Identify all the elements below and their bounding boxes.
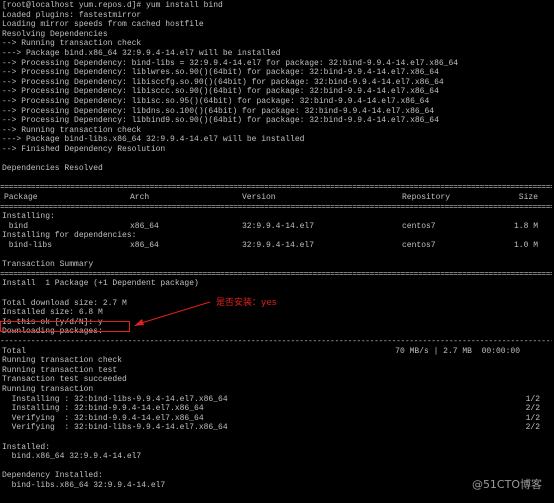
column-size: 1.8 M	[513, 221, 538, 231]
terminal-line: --> Processing Dependency: libisccc.so.9…	[2, 87, 439, 97]
row-value: 2/2	[525, 404, 540, 414]
column-repository: centos7	[402, 241, 436, 250]
terminal-line: --> Processing Dependency: libisccfg.so.…	[2, 77, 444, 87]
terminal-line: Loaded plugins: fastestmirror	[2, 10, 142, 20]
section-label: Installing:	[2, 212, 55, 222]
progress-row: Installing : 32:bind-libs-9.9.4-14.el7.x…	[0, 395, 552, 405]
terminal-line: bind.x86_64 32:9.9.4-14.el7	[2, 452, 142, 462]
terminal-line: --> Processing Dependency: bind-libs = 3…	[2, 58, 459, 68]
terminal-line: Running transaction test	[2, 365, 118, 375]
terminal-line: bind-libs.x86_64 32:9.9.4-14.el7	[2, 481, 166, 490]
terminal-line: Running transaction	[2, 385, 94, 394]
terminal-line: --> Processing Dependency: libbind9.so.9…	[2, 116, 439, 126]
column-arch: x86_64	[130, 221, 159, 231]
annotation-label: 是否安装：yes	[216, 298, 277, 308]
row-value: 70 MB/s | 2.7 MB 00:00:00	[395, 346, 520, 356]
column-repository: centos7	[402, 221, 436, 231]
column-package: Package	[4, 193, 38, 202]
progress-row: Verifying : 32:bind-libs-9.9.4-14.el7.x8…	[0, 423, 552, 433]
terminal-line: Transaction test succeeded	[2, 375, 127, 385]
terminal-window[interactable]: [root@localhost yum.repos.d]# yum instal…	[0, 0, 554, 503]
section-label: Installing for dependencies:	[2, 231, 137, 241]
annotation-arrow-icon	[134, 301, 211, 326]
summary-line: Total download size: 2.7 M	[2, 298, 127, 308]
column-repository: Repository	[402, 193, 451, 202]
terminal-line: ---> Package bind-libs.x86_64 32:9.9.4-1…	[2, 135, 305, 145]
row-text: Verifying : 32:bind-9.9.4-14.el7.x86_64	[2, 413, 204, 423]
terminal-line: Installed:	[2, 442, 51, 452]
terminal-line: --> Running transaction check	[2, 39, 142, 49]
command-line: [root@localhost yum.repos.d]# yum instal…	[2, 1, 223, 10]
column-size: Size	[518, 193, 538, 202]
watermark-text: @51CTO博客	[471, 478, 542, 491]
terminal-line: --> Running transaction check	[2, 125, 142, 135]
table-header-row: Package Arch Version Repository Size	[0, 193, 552, 203]
column-version: 32:9.9.4-14.el7	[242, 221, 315, 231]
package-row: bind-libs x86_64 32:9.9.4-14.el7 centos7 1.0…	[0, 241, 552, 251]
row-text: Total	[2, 346, 27, 356]
dash-separator: ----------------------------------------…	[0, 337, 552, 346]
row-text: Verifying : 32:bind-libs-9.9.4-14.el7.x8…	[2, 423, 228, 433]
summary-line: Install 1 Package (+1 Dependent package)	[2, 279, 199, 289]
separator-line: ========================================…	[0, 183, 552, 193]
column-arch: Arch	[130, 193, 150, 202]
terminal-line: Running transaction check	[2, 356, 123, 366]
prompt-highlight-box	[0, 321, 130, 332]
progress-row: Installing : 32:bind-9.9.4-14.el7.x86_64…	[0, 404, 552, 414]
column-size: 1.0 M	[513, 241, 538, 250]
terminal-line: ---> Package bind.x86_64 32:9.9.4-14.el7…	[2, 49, 281, 58]
terminal-line: --> Processing Dependency: libisc.so.95(…	[2, 97, 430, 106]
total-row: Total 70 MB/s | 2.7 MB 00:00:00	[0, 347, 552, 357]
package-row: bind x86_64 32:9.9.4-14.el7 centos7 1.8 M	[0, 222, 552, 232]
section-label: Transaction Summary	[2, 260, 94, 270]
terminal-line: --> Processing Dependency: liblwres.so.9…	[2, 68, 439, 78]
column-package: bind-libs	[4, 241, 53, 250]
terminal-line: Dependencies Resolved	[2, 164, 103, 174]
separator-line: ========================================…	[0, 269, 552, 279]
row-value: 1/2	[525, 413, 540, 423]
column-package: bind	[4, 221, 29, 231]
summary-line: Installed size: 6.8 M	[2, 308, 103, 318]
row-text: Installing : 32:bind-libs-9.9.4-14.el7.x…	[2, 394, 228, 404]
column-version: Version	[242, 193, 276, 202]
row-value: 2/2	[525, 423, 540, 433]
progress-row: Verifying : 32:bind-9.9.4-14.el7.x86_64 1…	[0, 414, 552, 424]
terminal-line: --> Processing Dependency: libdns.so.100…	[2, 106, 435, 116]
row-text: Installing : 32:bind-9.9.4-14.el7.x86_64	[2, 404, 204, 414]
column-version: 32:9.9.4-14.el7	[242, 241, 315, 250]
terminal-line: Resolving Dependencies	[2, 29, 108, 39]
terminal-line: Dependency Installed:	[2, 471, 103, 481]
terminal-line: Loading mirror speeds from cached hostfi…	[2, 20, 204, 30]
separator-line: ========================================…	[0, 202, 552, 212]
row-value: 1/2	[525, 394, 540, 404]
terminal-line: --> Finished Dependency Resolution	[2, 145, 166, 154]
column-arch: x86_64	[130, 241, 159, 250]
